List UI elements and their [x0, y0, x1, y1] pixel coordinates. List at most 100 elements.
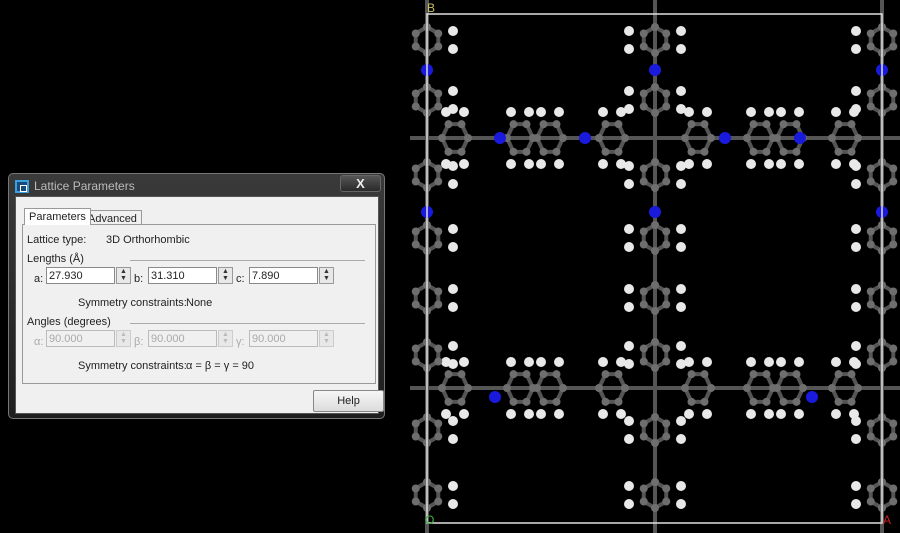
structure-viewer[interactable]: B O A [410, 0, 900, 533]
carbon-atom [444, 397, 453, 406]
carbon-atom [847, 397, 856, 406]
carbon-atom [539, 397, 548, 406]
carbon-atom [651, 184, 659, 192]
hydrogen-atom [554, 107, 564, 117]
carbon-atom [749, 147, 758, 156]
carbon-atom [866, 357, 875, 366]
hydrogen-atom [536, 107, 546, 117]
carbon-atom [651, 364, 659, 372]
angles-symmetry-value: α = β = γ = 90 [186, 360, 255, 372]
carbon-atom [434, 42, 443, 51]
b-label: b: [134, 273, 144, 285]
carbon-atom [828, 384, 836, 392]
b-length-spinner[interactable]: ▲ ▼ [218, 267, 233, 284]
origin-label: O [425, 513, 434, 527]
hydrogen-atom [851, 242, 861, 252]
hydrogen-atom [851, 434, 861, 444]
tab-parameters[interactable]: Parameters [24, 208, 91, 225]
close-button[interactable]: X [340, 175, 381, 192]
hydrogen-atom [448, 434, 458, 444]
a-length-input[interactable] [46, 267, 115, 284]
hydrogen-atom [831, 159, 841, 169]
hydrogen-atom [764, 159, 774, 169]
carbon-atom [539, 370, 548, 379]
carbon-atom [595, 134, 603, 142]
carbon-atom [799, 384, 807, 392]
hydrogen-atom [624, 86, 634, 96]
carbon-atom [866, 484, 875, 493]
c-length-spinner[interactable]: ▲ ▼ [319, 267, 334, 284]
carbon-atom [614, 120, 623, 129]
beta-angle-spinner: ▲ ▼ [218, 330, 233, 347]
carbon-atom [762, 370, 771, 379]
hydrogen-atom [676, 26, 686, 36]
hydrogen-atom [624, 224, 634, 234]
carbon-atom [464, 134, 472, 142]
carbon-atom [639, 357, 648, 366]
divider [130, 323, 365, 324]
nitrogen-atom [494, 132, 506, 144]
hydrogen-atom [794, 357, 804, 367]
carbon-atom [700, 397, 709, 406]
carbon-atom [614, 147, 623, 156]
carbon-atom [847, 147, 856, 156]
hydrogen-atom [702, 107, 712, 117]
hydrogen-atom [624, 26, 634, 36]
carbon-atom [889, 287, 898, 296]
b-length-input[interactable] [148, 267, 217, 284]
carbon-atom [762, 397, 771, 406]
c-length-input[interactable] [249, 267, 318, 284]
help-button[interactable]: Help [313, 390, 384, 412]
carbon-atom [743, 134, 751, 142]
lattice-type-value: 3D Orthorhombic [106, 234, 190, 246]
carbon-atom [434, 287, 443, 296]
carbon-atom [457, 397, 466, 406]
carbon-atom [411, 432, 420, 441]
hydrogen-atom [851, 161, 861, 171]
carbon-atom [662, 29, 671, 38]
parameters-panel: Lattice type: 3D Orthorhombic Lengths (Å… [22, 224, 376, 384]
hydrogen-atom [851, 481, 861, 491]
carbon-atom [687, 370, 696, 379]
beta-angle-input [148, 330, 217, 347]
nitrogen-atom [649, 206, 661, 218]
carbon-atom [411, 287, 420, 296]
carbon-atom [662, 432, 671, 441]
carbon-atom [834, 147, 843, 156]
lattice-type-label: Lattice type: [27, 234, 87, 246]
carbon-atom [662, 300, 671, 309]
carbon-atom [707, 384, 715, 392]
hydrogen-atom [448, 416, 458, 426]
carbon-atom [411, 42, 420, 51]
hydrogen-atom [851, 104, 861, 114]
carbon-atom [662, 102, 671, 111]
dialog-title: Lattice Parameters [34, 179, 135, 193]
carbon-atom [828, 134, 836, 142]
hydrogen-atom [831, 409, 841, 419]
carbon-atom [444, 370, 453, 379]
alpha-label: α: [34, 336, 44, 348]
hydrogen-atom [831, 107, 841, 117]
divider [130, 260, 365, 261]
carbon-atom [411, 419, 420, 428]
carbon-atom [434, 102, 443, 111]
hydrogen-atom [676, 359, 686, 369]
a-length-spinner[interactable]: ▲ ▼ [116, 267, 131, 284]
hydrogen-atom [506, 107, 516, 117]
carbon-atom [639, 164, 648, 173]
hydrogen-atom [624, 481, 634, 491]
hydrogen-atom [616, 409, 626, 419]
gamma-label: γ: [236, 336, 245, 348]
carbon-atom [866, 164, 875, 173]
carbon-atom [866, 89, 875, 98]
hydrogen-atom [448, 179, 458, 189]
carbon-atom [411, 177, 420, 186]
hydrogen-atom [598, 107, 608, 117]
a-axis-label: A [883, 513, 891, 527]
hydrogen-atom [776, 409, 786, 419]
carbon-atom [854, 384, 862, 392]
carbon-atom [509, 370, 518, 379]
carbon-atom [662, 42, 671, 51]
carbon-atom [539, 147, 548, 156]
carbon-atom [866, 227, 875, 236]
